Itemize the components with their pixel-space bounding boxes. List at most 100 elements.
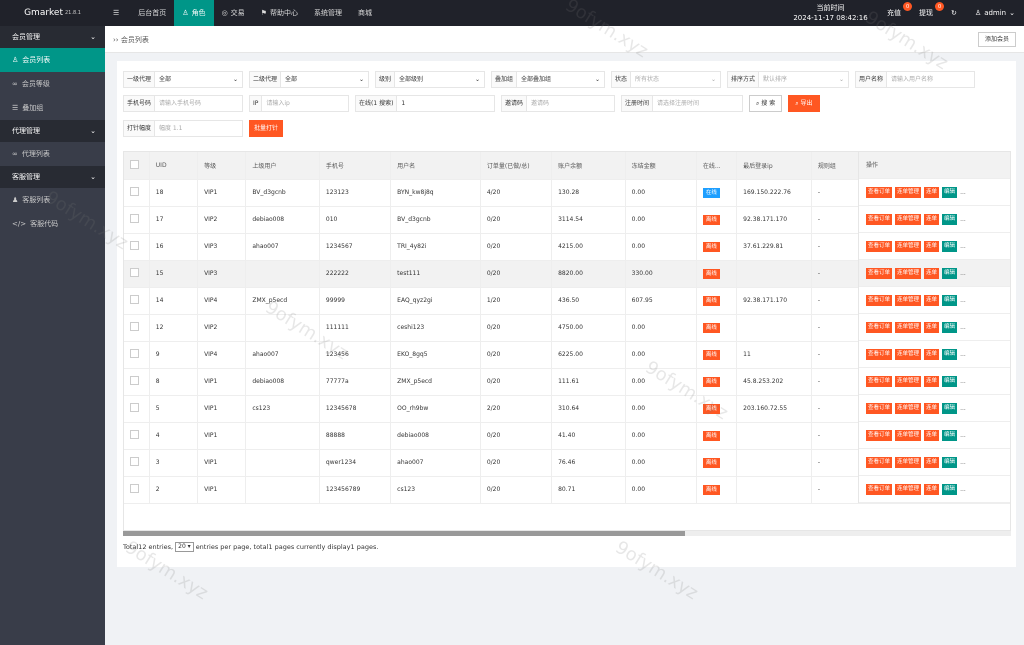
edit-button[interactable]: 编辑 — [942, 456, 958, 468]
edit-button[interactable]: 编辑 — [942, 402, 958, 414]
search-button[interactable]: ⌕ 搜 索 — [749, 95, 783, 112]
chain-manage-button[interactable]: 连单管理 — [895, 348, 922, 360]
chain-button[interactable]: 连单 — [924, 267, 940, 279]
more-icon[interactable]: ... — [960, 189, 966, 196]
sidebar-item-7[interactable]: ♟ 客服列表 — [0, 188, 105, 212]
row-checkbox[interactable] — [130, 457, 139, 466]
view-orders-button[interactable]: 查看订单 — [866, 321, 893, 333]
chain-manage-button[interactable]: 连单管理 — [895, 456, 922, 468]
more-icon[interactable]: ... — [960, 351, 966, 358]
filter-input[interactable]: 幅度 1.1 — [155, 121, 242, 136]
filter-input[interactable]: 请选择注册时间 — [653, 96, 742, 111]
row-checkbox[interactable] — [130, 295, 139, 304]
filter-2-0[interactable]: 手机号码 请输入手机号码 — [123, 95, 243, 112]
edit-button[interactable]: 编辑 — [942, 348, 958, 360]
more-icon[interactable]: ... — [960, 459, 966, 466]
row-checkbox[interactable] — [130, 214, 139, 223]
chain-manage-button[interactable]: 连单管理 — [895, 213, 922, 225]
nav-item-3[interactable]: ◎ 交易 — [214, 0, 253, 26]
chain-button[interactable]: 连单 — [924, 186, 940, 198]
filter-2-1[interactable]: IP 请输入ip — [249, 95, 349, 112]
edit-button[interactable]: 编辑 — [942, 294, 958, 306]
chain-manage-button[interactable]: 连单管理 — [895, 240, 922, 252]
row-checkbox[interactable] — [130, 187, 139, 196]
chain-button[interactable]: 连单 — [924, 483, 940, 495]
chain-button[interactable]: 连单 — [924, 240, 940, 252]
chain-button[interactable]: 连单 — [924, 348, 940, 360]
nav-item-5[interactable]: 系统管理 — [306, 0, 350, 26]
chain-manage-button[interactable]: 连单管理 — [895, 429, 922, 441]
row-checkbox[interactable] — [130, 403, 139, 412]
chain-manage-button[interactable]: 连单管理 — [895, 321, 922, 333]
view-orders-button[interactable]: 查看订单 — [866, 267, 893, 279]
filter-select[interactable]: 全部 ⌄ — [281, 72, 368, 87]
row-checkbox[interactable] — [130, 349, 139, 358]
filter-input[interactable]: 请输入用户名称 — [887, 72, 974, 87]
filter-1-0[interactable]: 一级代理 全部 ⌄ — [123, 71, 243, 88]
chain-manage-button[interactable]: 连单管理 — [895, 375, 922, 387]
row-checkbox[interactable] — [130, 322, 139, 331]
row-checkbox[interactable] — [130, 241, 139, 250]
filter-select[interactable]: 默认排序 ⌄ — [759, 72, 848, 87]
filter-select[interactable]: 全部叠加组 ⌄ — [517, 72, 604, 87]
chain-manage-button[interactable]: 连单管理 — [895, 402, 922, 414]
more-icon[interactable]: ... — [960, 324, 966, 331]
chain-manage-button[interactable]: 连单管理 — [895, 186, 922, 198]
sidebar-item-2[interactable]: ∞ 会员等级 — [0, 72, 105, 96]
filter-1-3[interactable]: 叠加组 全部叠加组 ⌄ — [491, 71, 605, 88]
filter-1-2[interactable]: 级别 全部级别 ⌄ — [375, 71, 485, 88]
filter-1-4[interactable]: 状态 所有状态 ⌄ — [611, 71, 721, 88]
more-icon[interactable]: ... — [960, 378, 966, 385]
view-orders-button[interactable]: 查看订单 — [866, 429, 893, 441]
export-button[interactable]: ⌕ 导出 — [788, 95, 820, 112]
batch-inject-button[interactable]: 批量打针 — [249, 120, 284, 137]
edit-button[interactable]: 编辑 — [942, 267, 958, 279]
filter-input[interactable]: 邀请码 — [527, 96, 614, 111]
edit-button[interactable]: 编辑 — [942, 483, 958, 495]
edit-button[interactable]: 编辑 — [942, 186, 958, 198]
sidebar-group-0[interactable]: 会员管理 ⌄ — [0, 26, 105, 48]
row-checkbox[interactable] — [130, 430, 139, 439]
view-orders-button[interactable]: 查看订单 — [866, 348, 893, 360]
row-checkbox[interactable] — [130, 376, 139, 385]
sidebar-group-4[interactable]: 代理管理 ⌄ — [0, 120, 105, 142]
nav-item-6[interactable]: 商城 — [350, 0, 380, 26]
chain-button[interactable]: 连单 — [924, 294, 940, 306]
view-orders-button[interactable]: 查看订单 — [866, 483, 893, 495]
edit-button[interactable]: 编辑 — [942, 240, 958, 252]
horizontal-scrollbar[interactable] — [123, 531, 1011, 536]
view-orders-button[interactable]: 查看订单 — [866, 186, 893, 198]
more-icon[interactable]: ... — [960, 432, 966, 439]
filter-2-4[interactable]: 注册时间 请选择注册时间 — [621, 95, 743, 112]
nav-item-4[interactable]: ⚑ 帮助中心 — [253, 0, 306, 26]
edit-button[interactable]: 编辑 — [942, 321, 958, 333]
edit-button[interactable]: 编辑 — [942, 375, 958, 387]
more-icon[interactable]: ... — [960, 216, 966, 223]
edit-button[interactable]: 编辑 — [942, 429, 958, 441]
recharge-button[interactable]: 充值 0 — [878, 0, 913, 26]
filter-1-6[interactable]: 用户名称 请输入用户名称 — [855, 71, 975, 88]
sidebar-item-3[interactable]: ☰ 叠加组 — [0, 96, 105, 120]
nav-item-0[interactable]: ☰ — [105, 0, 130, 26]
view-orders-button[interactable]: 查看订单 — [866, 240, 893, 252]
chain-button[interactable]: 连单 — [924, 402, 940, 414]
sidebar-item-5[interactable]: ∞ 代理列表 — [0, 142, 105, 166]
per-page-select[interactable]: 20 ▾ — [175, 542, 194, 552]
chain-button[interactable]: 连单 — [924, 213, 940, 225]
nav-item-1[interactable]: 后台首页 — [130, 0, 174, 26]
chain-manage-button[interactable]: 连单管理 — [895, 483, 922, 495]
chain-manage-button[interactable]: 连单管理 — [895, 294, 922, 306]
filter-select[interactable]: 所有状态 ⌄ — [631, 72, 720, 87]
view-orders-button[interactable]: 查看订单 — [866, 402, 893, 414]
brand-logo[interactable]: Gmarket 21.8.1 — [0, 0, 105, 26]
withdraw-button[interactable]: 提现 0 — [910, 0, 945, 26]
filter-1-5[interactable]: 排序方式 默认排序 ⌄ — [727, 71, 849, 88]
more-icon[interactable]: ... — [960, 243, 966, 250]
chain-button[interactable]: 连单 — [924, 456, 940, 468]
view-orders-button[interactable]: 查看订单 — [866, 294, 893, 306]
filter-select[interactable]: 全部 ⌄ — [155, 72, 242, 87]
chain-button[interactable]: 连单 — [924, 375, 940, 387]
edit-button[interactable]: 编辑 — [942, 213, 958, 225]
chain-manage-button[interactable]: 连单管理 — [895, 267, 922, 279]
row-checkbox[interactable] — [130, 268, 139, 277]
